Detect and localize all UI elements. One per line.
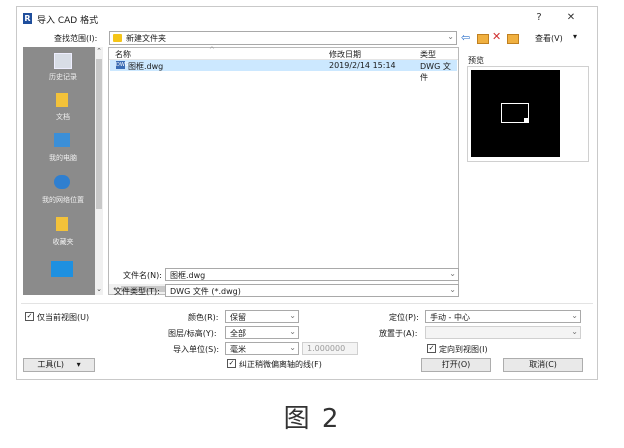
column-header-date[interactable]: 修改日期 <box>329 49 361 60</box>
preview-panel <box>467 66 589 162</box>
scroll-up-icon[interactable]: ⌃ <box>95 47 103 55</box>
places-bar: 历史记录 文档 我的电脑 我的网络位置 收藏夹 ⌃ ⌄ <box>23 47 103 295</box>
tools-button[interactable]: 工具(L) ▾ <box>23 358 95 372</box>
divider <box>21 303 593 304</box>
cancel-button[interactable]: 取消(C) <box>503 358 583 372</box>
column-header-type[interactable]: 类型 <box>420 49 436 60</box>
file-list[interactable]: 名称 ^ 修改日期 类型 DWG 图框.dwg 2019/2/14 15:14 … <box>108 46 459 295</box>
lookin-label: 查找范围(I): <box>54 34 98 43</box>
dwg-file-icon: DWG <box>116 61 129 69</box>
layers-select[interactable]: 全部 ⌄ <box>225 326 299 339</box>
lookin-combo[interactable]: 新建文件夹 ⌄ <box>109 31 457 45</box>
units-label: 导入单位(S): <box>173 345 220 354</box>
place-at-select[interactable]: ⌄ <box>425 326 581 339</box>
title-bar: R 导入 CAD 格式 ? ✕ <box>17 7 597 31</box>
position-select[interactable]: 手动 - 中心 ⌄ <box>425 310 581 323</box>
file-list-header: 名称 ^ 修改日期 类型 <box>109 46 458 60</box>
chevron-down-icon: ⌄ <box>289 343 296 352</box>
current-view-only-label: 仅当前视图(U) <box>37 313 90 322</box>
figure-caption: 图 2 <box>283 404 341 434</box>
history-icon <box>54 53 72 69</box>
orient-to-view-checkbox[interactable]: ✓ <box>427 344 436 353</box>
layers-value: 全部 <box>230 329 246 338</box>
filetype-value: DWG 文件 (*.dwg) <box>170 287 241 296</box>
place-label: 收藏夹 <box>52 238 74 246</box>
correct-lines-checkbox[interactable]: ✓ <box>227 359 236 368</box>
units-factor-value: 1.000000 <box>307 344 346 353</box>
open-button[interactable]: 打开(O) <box>421 358 491 372</box>
place-label: 我的电脑 <box>49 154 77 162</box>
revit-app-icon: R <box>23 13 32 24</box>
units-factor-input[interactable]: 1.000000 <box>302 342 358 355</box>
color-value: 保留 <box>230 313 246 322</box>
back-arrow-icon[interactable]: ⇦ <box>461 32 470 43</box>
place-label: 历史记录 <box>49 73 77 81</box>
window-title: 导入 CAD 格式 <box>37 16 99 26</box>
correct-lines-label: 纠正稍微偏离轴的线(F) <box>239 360 322 369</box>
preview-image <box>471 70 560 157</box>
chevron-down-icon: ⌄ <box>449 285 456 294</box>
chevron-down-icon: ⌄ <box>289 311 296 320</box>
preview-label: 预览 <box>468 56 484 65</box>
position-value: 手动 - 中心 <box>430 313 470 322</box>
table-row[interactable]: DWG 图框.dwg 2019/2/14 15:14 DWG 文件 <box>110 60 457 82</box>
filename-value: 图框.dwg <box>170 271 206 280</box>
view-dropdown-arrow-icon[interactable]: ▾ <box>573 32 577 41</box>
computer-icon <box>54 133 70 147</box>
places-scrollbar[interactable]: ⌃ ⌄ <box>95 47 103 295</box>
current-view-only-checkbox[interactable]: ✓ <box>25 312 34 321</box>
new-folder-icon[interactable] <box>507 34 519 44</box>
filename-label: 文件名(N): <box>123 271 162 280</box>
view-menu-label[interactable]: 查看(V) <box>535 33 563 44</box>
delete-icon[interactable]: ✕ <box>492 30 501 43</box>
filetype-label: 文件类型(T): <box>114 287 160 296</box>
scroll-thumb[interactable] <box>96 59 102 209</box>
import-cad-dialog: R 导入 CAD 格式 ? ✕ 查找范围(I): 新建文件夹 ⌄ ⇦ ✕ 查看(… <box>16 6 598 380</box>
filetype-select[interactable]: DWG 文件 (*.dwg) ⌄ <box>165 284 459 297</box>
file-type: DWG 文件 <box>420 62 451 82</box>
lookin-folder: 新建文件夹 <box>126 34 166 43</box>
chevron-down-icon: ⌄ <box>571 327 578 336</box>
color-select[interactable]: 保留 ⌄ <box>225 310 299 323</box>
position-label: 定位(P): <box>389 313 419 322</box>
place-label: 文档 <box>56 113 70 121</box>
place-label: 我的网络位置 <box>42 196 84 204</box>
sort-indicator-icon: ^ <box>209 46 215 54</box>
chevron-down-icon: ⌄ <box>571 311 578 320</box>
file-date: 2019/2/14 15:14 <box>329 61 396 70</box>
desktop-icon <box>51 261 73 277</box>
chevron-down-icon: ⌄ <box>449 269 456 278</box>
units-select[interactable]: 毫米 ⌄ <box>225 342 299 355</box>
close-button[interactable]: ✕ <box>563 11 579 25</box>
layers-label: 图层/标高(Y): <box>168 329 217 338</box>
chevron-down-icon: ⌄ <box>289 327 296 336</box>
dropdown-arrow-icon: ▾ <box>76 360 81 369</box>
tools-button-label: 工具(L) <box>37 360 65 369</box>
filename-input[interactable]: 图框.dwg ⌄ <box>165 268 459 281</box>
chevron-down-icon: ⌄ <box>447 32 454 41</box>
favorites-icon <box>56 217 68 231</box>
preview-frame-marker <box>524 118 528 122</box>
folder-icon <box>113 34 122 42</box>
place-at-label: 放置于(A): <box>379 329 418 338</box>
scroll-down-icon[interactable]: ⌄ <box>95 285 103 293</box>
units-value: 毫米 <box>230 345 246 354</box>
color-label: 颜色(R): <box>188 313 219 322</box>
column-header-name[interactable]: 名称 <box>115 49 131 60</box>
up-folder-icon[interactable] <box>477 34 489 44</box>
file-name: 图框.dwg <box>128 62 164 71</box>
documents-icon <box>56 93 68 107</box>
network-icon <box>54 175 70 189</box>
orient-to-view-label: 定向到视图(I) <box>439 345 488 354</box>
help-button[interactable]: ? <box>531 11 547 25</box>
